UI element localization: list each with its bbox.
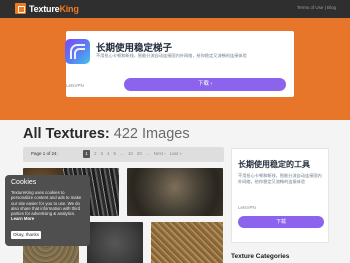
ad-app-icon <box>65 39 90 64</box>
pager-link[interactable]: 5 <box>114 151 117 156</box>
ad-brand: LetsVPN <box>66 83 84 88</box>
pager-label: Page 1 of 24: <box>31 151 58 156</box>
site-logo[interactable]: TextureKing <box>15 3 79 14</box>
texture-thumbnail[interactable] <box>127 168 223 216</box>
categories-heading: Texture Categories <box>231 253 290 260</box>
sidebar-ad-description: 不用担心卡顿和断线，智能分流自动连接国内外网络，给你稳定又流畅的连接体验 <box>238 173 322 184</box>
page-title: All Textures: 422 Images <box>23 126 190 142</box>
texture-thumbnail[interactable] <box>151 222 223 263</box>
header-links[interactable]: Terms of Use | Blog <box>297 5 336 10</box>
pager-current-page[interactable]: 1 <box>83 150 90 158</box>
sidebar-ad-title[interactable]: 长期使用稳定的工具 <box>238 159 310 170</box>
pager-links: 2 3 4 5 ... 10 20 ... Next › Last » <box>94 151 182 156</box>
pager-link[interactable]: 2 <box>94 151 97 156</box>
pager-ellipsis: ... <box>145 151 150 156</box>
pager-ellipsis: ... <box>120 151 124 156</box>
cookie-learn-more-link[interactable]: Learn More <box>11 216 34 221</box>
cookie-banner: Cookies TextureKing uses cookies to pers… <box>5 175 90 246</box>
cookie-text: TextureKing uses cookies to personalize … <box>11 190 82 222</box>
pager-next[interactable]: Next › <box>154 151 166 156</box>
texture-thumbnail[interactable] <box>87 222 143 263</box>
ad-description: 不用担心卡顿和断线，智能分流自动连接国内外网络，给你稳定又流畅的连接体验 <box>96 53 247 58</box>
pagination: Page 1 of 24: 1 2 3 4 5 ... 10 20 ... Ne… <box>23 147 224 162</box>
logo-text: TextureKing <box>29 3 79 14</box>
ad-download-button[interactable]: 下载 › <box>124 78 286 91</box>
cookie-accept-button[interactable]: Okay, thanks <box>11 231 41 239</box>
pager-link[interactable]: 10 <box>128 151 133 156</box>
logo-icon <box>15 3 26 14</box>
cookie-title: Cookies <box>11 179 37 186</box>
sidebar-ad[interactable]: 长期使用稳定的工具 不用担心卡顿和断线，智能分流自动连接国内外网络，给你稳定又流… <box>231 148 329 243</box>
pager-link[interactable]: 20 <box>137 151 142 156</box>
pager-link[interactable]: 3 <box>101 151 104 156</box>
sidebar-ad-brand: LetsVPN <box>238 205 256 210</box>
pager-link[interactable]: 4 <box>107 151 110 156</box>
ad-title[interactable]: 长期使用稳定梯子 <box>96 40 172 54</box>
pager-last[interactable]: Last » <box>170 151 182 156</box>
top-bar: TextureKing Terms of Use | Blog <box>0 0 350 18</box>
sidebar-ad-download-button[interactable]: 下载 <box>238 216 324 228</box>
